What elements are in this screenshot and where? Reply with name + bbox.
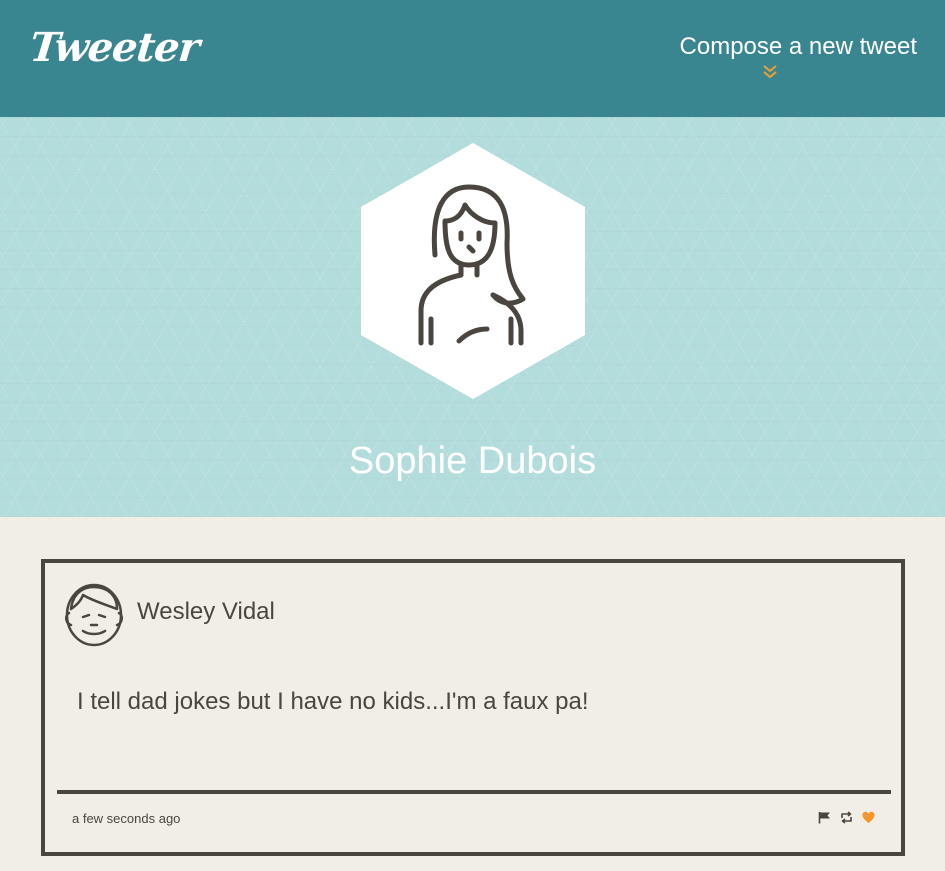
compose-tweet-button[interactable]: Compose a new tweet — [637, 32, 917, 79]
top-navbar: Tweeter Compose a new tweet — [0, 0, 945, 117]
tweet-timestamp: a few seconds ago — [72, 811, 181, 826]
flag-icon[interactable] — [818, 811, 831, 824]
woman-avatar-icon — [361, 143, 585, 399]
profile-banner: Sophie Dubois — [0, 117, 945, 517]
tweet-text: I tell dad jokes but I have no kids...I'… — [77, 688, 589, 715]
compose-tweet-label: Compose a new tweet — [679, 33, 917, 60]
tweet-author-name[interactable]: Wesley Vidal — [137, 597, 275, 627]
tweet-divider — [57, 790, 891, 794]
tweet-actions — [818, 811, 875, 824]
tweeter-logo[interactable]: Tweeter — [28, 24, 202, 71]
double-chevron-down-icon — [763, 65, 777, 79]
retweet-icon[interactable] — [840, 811, 853, 824]
tweet-card: Wesley Vidal I tell dad jokes but I have… — [41, 559, 905, 856]
profile-name: Sophie Dubois — [348, 440, 597, 482]
heart-icon[interactable] — [862, 811, 875, 824]
man-avatar-icon — [65, 583, 123, 647]
